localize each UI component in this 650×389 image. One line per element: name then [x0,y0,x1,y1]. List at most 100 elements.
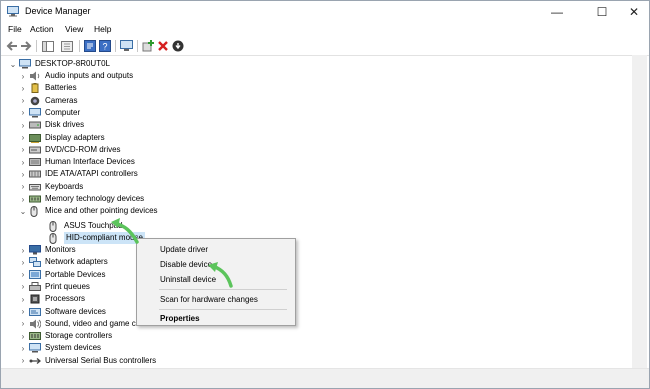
speaker-icon [29,71,41,81]
chevron-right-icon[interactable]: › [19,107,27,119]
dvd-icon [29,145,41,155]
category-system-devices[interactable]: › System devices [19,342,101,354]
category-memory-technology-devices[interactable]: › Memory technology devices [19,193,145,205]
category-software-devices[interactable]: › Software devices [19,306,106,318]
chevron-down-icon[interactable]: ⌄ [9,58,17,70]
menu-action[interactable]: Action [30,24,54,34]
maximize-button[interactable]: ☐ [587,3,617,20]
tree-root[interactable]: ⌄ DESKTOP-8R0UT0L [9,58,110,70]
category-label: Storage controllers [45,331,113,341]
forward-button[interactable] [19,39,33,53]
menu-item-scan-hardware[interactable]: Scan for hardware changes [160,295,258,304]
chevron-right-icon[interactable]: › [19,306,27,318]
category-label: Print queues [45,281,90,291]
device-manager-app-icon [7,6,19,17]
category-monitors[interactable]: › Monitors [19,244,76,256]
window-title: Device Manager [25,6,91,16]
properties-button[interactable] [83,39,97,53]
back-button[interactable] [5,39,19,53]
chevron-right-icon[interactable]: › [19,132,27,144]
annotation-arrow-icon [111,218,139,244]
minimize-icon: — [551,4,563,19]
computer-icon [19,59,31,69]
category-audio-inputs-and-outputs[interactable]: › Audio inputs and outputs [19,70,133,82]
scan-hardware-button[interactable] [119,39,133,53]
category-batteries[interactable]: › Batteries [19,82,77,94]
category-label: Cameras [45,95,78,105]
category-computer[interactable]: › Computer [19,107,80,119]
title-bar: Device Manager — ☐ ✕ [1,1,649,23]
annotation-arrow-icon [208,262,233,288]
properties-icon [84,40,96,52]
chevron-down-icon[interactable]: ⌄ [19,205,27,217]
console-tree-button[interactable] [41,39,55,53]
minimize-button[interactable]: — [542,3,572,20]
menu-separator [159,289,287,290]
toolbar-separator [137,40,138,52]
update-driver-button[interactable] [171,39,185,53]
toolbar-separator [79,40,80,52]
menu-file[interactable]: File [8,24,22,34]
chevron-right-icon[interactable]: › [19,156,27,168]
menu-item-disable-device[interactable]: Disable device [160,260,212,269]
console-tree-icon [42,40,54,52]
camera-icon [29,96,41,106]
chevron-right-icon[interactable]: › [19,281,27,293]
chevron-right-icon[interactable]: › [19,330,27,342]
category-storage-controllers[interactable]: › Storage controllers [19,330,113,342]
menu-view[interactable]: View [65,24,83,34]
category-display-adapters[interactable]: › Display adapters [19,132,105,144]
vertical-scrollbar[interactable] [632,55,647,368]
uninstall-button[interactable] [156,39,170,53]
chevron-right-icon[interactable]: › [19,82,27,94]
category-processors[interactable]: › Processors [19,293,85,305]
help-button[interactable]: ? [98,39,112,53]
chevron-right-icon[interactable]: › [19,355,27,367]
chevron-right-icon[interactable]: › [19,293,27,305]
horizontal-scrollbar[interactable] [1,368,649,388]
add-driver-button[interactable] [141,39,155,53]
category-network-adapters[interactable]: › Network adapters [19,256,108,268]
chevron-right-icon[interactable]: › [19,318,27,330]
category-dvd-cd-rom-drives[interactable]: › DVD/CD-ROM drives [19,144,121,156]
close-button[interactable]: ✕ [619,3,649,20]
category-ide-ata-atapi-controllers[interactable]: › IDE ATA/ATAPI controllers [19,168,138,180]
chevron-right-icon[interactable]: › [19,181,27,193]
help-icon: ? [99,40,111,52]
display-adapter-icon [29,133,41,143]
category-label: Portable Devices [45,269,106,279]
memory-icon [29,194,41,204]
printer-icon [29,281,41,292]
hid-icon [29,157,41,167]
category-mice-and-other-pointing-devices[interactable]: ⌄ Mice and other pointing devices [19,205,158,218]
category-portable-devices[interactable]: › Portable Devices [19,269,105,281]
category-label: Keyboards [45,181,84,191]
chevron-right-icon[interactable]: › [19,144,27,156]
menu-item-properties[interactable]: Properties [160,314,200,323]
category-cameras[interactable]: › Cameras [19,95,78,107]
portable-device-icon [29,269,41,280]
menu-separator [159,309,287,310]
chevron-right-icon[interactable]: › [19,244,27,256]
chevron-right-icon[interactable]: › [19,193,27,205]
chevron-right-icon[interactable]: › [19,119,27,131]
network-icon [29,257,41,268]
category-disk-drives[interactable]: › Disk drives [19,119,84,131]
monitor-icon [29,245,41,255]
show-hide-button[interactable] [60,39,74,53]
chevron-right-icon[interactable]: › [19,70,27,82]
chevron-right-icon[interactable]: › [19,256,27,268]
chevron-right-icon[interactable]: › [19,168,27,180]
chevron-right-icon[interactable]: › [19,342,27,354]
category-human-interface-devices[interactable]: › Human Interface Devices [19,156,135,168]
toolbar: ? [1,37,649,56]
category-keyboards[interactable]: › Keyboards [19,181,84,193]
category-print-queues[interactable]: › Print queues [19,281,90,293]
chevron-right-icon[interactable]: › [19,269,27,281]
tree-root-label: DESKTOP-8R0UT0L [35,59,110,68]
chevron-right-icon[interactable]: › [19,95,27,107]
menu-help[interactable]: Help [94,24,111,34]
category-universal-serial-bus-controllers[interactable]: › Universal Serial Bus controllers [19,355,157,367]
menu-item-update-driver[interactable]: Update driver [160,245,208,254]
category-label: Memory technology devices [45,194,145,203]
